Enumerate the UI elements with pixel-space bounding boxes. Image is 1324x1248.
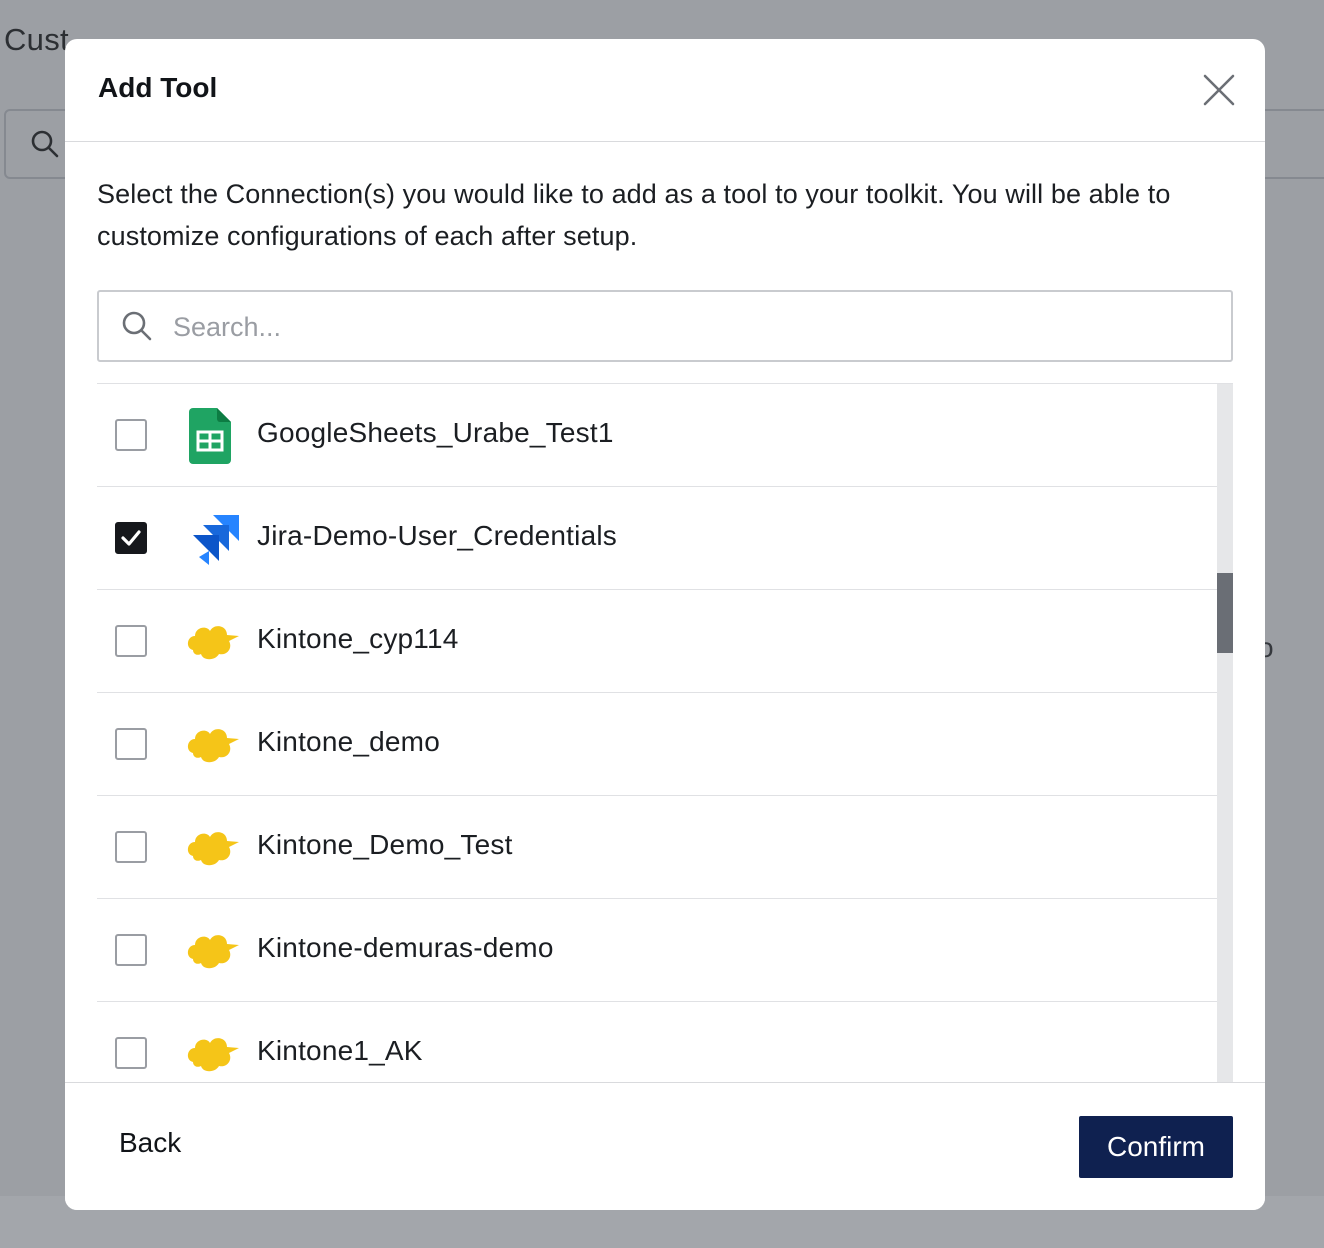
checkbox[interactable] [115,831,147,863]
connection-label: Kintone1_AK [257,1035,423,1066]
modal-header: Add Tool [65,39,1265,142]
connection-label: Jira-Demo-User_Credentials [257,520,617,551]
background-page-title: Cust [4,22,69,57]
connection-label: Kintone-demuras-demo [257,932,554,963]
list-scrollbar[interactable] [1217,384,1233,1083]
connection-search [97,290,1233,362]
checkbox[interactable] [115,934,147,966]
kintone-cloud-icon [185,1026,241,1082]
connection-items: GoogleSheets_Urabe_Test1 Jira-Demo-User_C… [97,384,1217,1083]
connection-item[interactable]: Kintone-demuras-demo [97,899,1217,1002]
connection-item[interactable]: Jira-Demo-User_Credentials [97,487,1217,590]
modal-title: Add Tool [98,72,218,103]
add-tool-modal: Add Tool Select the Connection(s) you wo… [65,39,1265,1210]
connection-item[interactable]: Kintone1_AK [97,1002,1217,1083]
connection-item[interactable]: GoogleSheets_Urabe_Test1 [97,384,1217,487]
kintone-cloud-icon [185,717,241,773]
google-sheets-icon [185,408,241,464]
connection-list: GoogleSheets_Urabe_Test1 Jira-Demo-User_C… [97,383,1233,1083]
modal-footer: Back Confirm [65,1082,1265,1210]
confirm-button[interactable]: Confirm [1079,1116,1233,1178]
kintone-cloud-icon [185,923,241,979]
search-icon [31,130,59,158]
check-icon [121,530,141,546]
close-icon [1203,74,1235,106]
connection-item[interactable]: Kintone_demo [97,693,1217,796]
connection-label: Kintone_demo [257,726,440,757]
checkbox[interactable] [115,419,147,451]
modal-description: Select the Connection(s) you would like … [97,179,1171,251]
scrollbar-thumb[interactable] [1217,573,1233,653]
checkbox[interactable] [115,1037,147,1069]
connection-item[interactable]: Kintone_Demo_Test [97,796,1217,899]
connection-label: Kintone_Demo_Test [257,829,513,860]
back-button[interactable]: Back [119,1127,181,1159]
jira-icon [185,511,241,567]
connection-item[interactable]: Kintone_cyp114 [97,590,1217,693]
search-icon [122,311,152,341]
checkbox[interactable] [115,625,147,657]
kintone-cloud-icon [185,820,241,876]
close-button[interactable] [1201,72,1237,108]
search-input[interactable] [171,292,1215,362]
checkbox[interactable] [115,728,147,760]
connection-label: Kintone_cyp114 [257,623,459,654]
checkbox-checked[interactable] [115,522,147,554]
kintone-cloud-icon [185,614,241,670]
connection-label: GoogleSheets_Urabe_Test1 [257,417,614,448]
